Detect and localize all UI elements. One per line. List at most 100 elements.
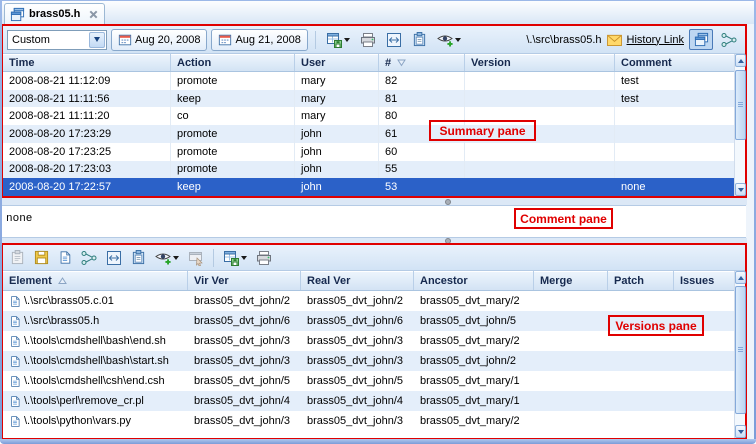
tab-bar: brass05.h	[2, 1, 754, 24]
tab-brass05h[interactable]: brass05.h	[4, 3, 105, 24]
column-header-issues[interactable]: Issues	[674, 271, 734, 290]
column-header-ancestor[interactable]: Ancestor	[414, 271, 534, 290]
column-header-version[interactable]: Version	[465, 54, 615, 71]
open-file-button[interactable]	[55, 247, 75, 269]
envelope-icon[interactable]	[607, 33, 622, 46]
history-browser-window: brass05.h Custom	[0, 0, 756, 444]
document-icon	[9, 315, 21, 328]
column-header-action[interactable]: Action	[171, 54, 295, 71]
scrollbar-thumb[interactable]	[735, 286, 746, 414]
cell-user: mary	[295, 90, 379, 108]
clipboard-button[interactable]	[128, 247, 149, 269]
cell-ancestor: brass05_dvt_mary/2	[414, 331, 534, 351]
column-header-time[interactable]: Time	[3, 54, 171, 71]
print-button[interactable]	[253, 247, 275, 269]
end-date-button[interactable]: Aug 21, 2008	[211, 29, 307, 51]
summary-table-row[interactable]: 2008-08-21 11:11:56 keep mary 81 test	[3, 90, 734, 108]
cell-issues	[674, 391, 734, 411]
cell-comment: test	[615, 90, 734, 108]
version-tree-icon	[721, 32, 737, 48]
cell-action: promote	[171, 72, 295, 90]
column-header-real-ver[interactable]: Real Ver	[301, 271, 414, 290]
element-path: \.\tools\python\vars.py	[24, 415, 131, 427]
summary-table-row[interactable]: 2008-08-20 17:23:03 promote john 55	[3, 161, 734, 179]
versions-table-row[interactable]: \.\tools\cmdshell\csh\end.csh brass05_dv…	[3, 371, 734, 391]
tab-close-icon[interactable]	[88, 9, 99, 20]
document-icon	[9, 295, 21, 308]
version-browser-button[interactable]	[718, 29, 740, 50]
summary-table-row[interactable]: 2008-08-20 17:23:25 promote john 60	[3, 143, 734, 161]
summary-comment-splitter[interactable]	[1, 198, 747, 205]
show-add-filter-button[interactable]	[434, 29, 464, 51]
scrollbar-thumb[interactable]	[735, 70, 746, 140]
window-border-bottom	[0, 439, 756, 444]
save-floppy-icon	[34, 250, 49, 265]
scroll-down-button[interactable]	[735, 183, 746, 196]
versions-table-row[interactable]: \.\src\brass05.c.01 brass05_dvt_john/2 b…	[3, 291, 734, 311]
save-report-button[interactable]	[323, 29, 353, 51]
versions-table-row[interactable]: \.\tools\python\vars.py brass05_dvt_john…	[3, 411, 734, 431]
cell-merge	[534, 371, 608, 391]
column-header-element[interactable]: Element	[3, 271, 188, 290]
cell-merge	[534, 331, 608, 351]
save-report-button[interactable]	[220, 247, 250, 269]
time-range-value: Custom	[8, 34, 89, 46]
cell-version	[465, 178, 615, 196]
column-header-vir-ver[interactable]: Vir Ver	[188, 271, 301, 290]
expand-table-button[interactable]	[383, 29, 405, 51]
history-link[interactable]: History Link	[627, 34, 684, 46]
version-browser-button[interactable]	[78, 247, 100, 269]
summary-view-toggle-button[interactable]	[689, 29, 713, 50]
expand-table-icon	[106, 250, 122, 266]
print-button[interactable]	[357, 29, 379, 51]
cell-real-ver: brass05_dvt_john/4	[301, 391, 414, 411]
versions-scrollbar[interactable]	[734, 271, 745, 438]
summary-table-row[interactable]: 2008-08-20 17:22:57 keep john 53 none	[3, 178, 734, 196]
summary-table-row[interactable]: 2008-08-21 11:12:09 promote mary 82 test	[3, 72, 734, 90]
summary-table-row[interactable]: 2008-08-21 11:11:20 co mary 80	[3, 107, 734, 125]
cell-transaction: 81	[379, 90, 465, 108]
cell-patch	[608, 411, 674, 431]
summary-scrollbar[interactable]	[734, 54, 745, 196]
comment-pane-annotation: Comment pane	[514, 208, 613, 229]
window-border-left	[0, 0, 2, 444]
cell-real-ver: brass05_dvt_john/3	[301, 411, 414, 431]
start-date-button[interactable]: Aug 20, 2008	[111, 29, 207, 51]
cell-vir-ver: brass05_dvt_john/5	[188, 371, 301, 391]
clipboard-button[interactable]	[409, 29, 430, 51]
column-header-user[interactable]: User	[295, 54, 379, 71]
cell-element: \.\tools\cmdshell\csh\end.csh	[3, 371, 188, 391]
show-add-filter-button[interactable]	[152, 247, 182, 269]
clipboard-icon	[131, 250, 146, 265]
cell-action: keep	[171, 178, 295, 196]
dropdown-caret	[173, 256, 179, 260]
save-button[interactable]	[31, 247, 52, 269]
column-header-comment[interactable]: Comment	[615, 54, 734, 71]
scroll-up-button[interactable]	[735, 54, 746, 67]
scroll-up-button[interactable]	[735, 271, 746, 284]
column-header-patch[interactable]: Patch	[608, 271, 674, 290]
checkout-button-disabled[interactable]	[7, 247, 28, 269]
versions-table-row[interactable]: \.\tools\perl\remove_cr.pl brass05_dvt_j…	[3, 391, 734, 411]
expand-table-button[interactable]	[103, 247, 125, 269]
history-copies-icon	[10, 7, 25, 22]
versions-table-row[interactable]: \.\tools\cmdshell\bash\start.sh brass05_…	[3, 351, 734, 371]
cell-comment	[615, 125, 734, 143]
time-range-dropdown[interactable]: Custom	[7, 30, 107, 50]
cell-vir-ver: brass05_dvt_john/6	[188, 311, 301, 331]
cell-issues	[674, 411, 734, 431]
properties-button-disabled[interactable]	[185, 247, 207, 269]
versions-table-body: \.\src\brass05.c.01 brass05_dvt_john/2 b…	[3, 291, 734, 438]
splitter-grip-icon	[445, 199, 451, 205]
cell-merge	[534, 351, 608, 371]
summary-table-row[interactable]: 2008-08-20 17:23:29 promote john 61	[3, 125, 734, 143]
comment-pane[interactable]: none	[2, 205, 746, 238]
column-header-transaction[interactable]: #	[379, 54, 465, 71]
cell-action: promote	[171, 143, 295, 161]
scroll-down-button[interactable]	[735, 425, 746, 438]
cell-time: 2008-08-21 11:11:56	[3, 90, 171, 108]
cell-action: promote	[171, 125, 295, 143]
column-header-merge[interactable]: Merge	[534, 271, 608, 290]
eye-add-icon	[437, 32, 453, 48]
dropdown-arrow-button[interactable]	[89, 32, 105, 48]
